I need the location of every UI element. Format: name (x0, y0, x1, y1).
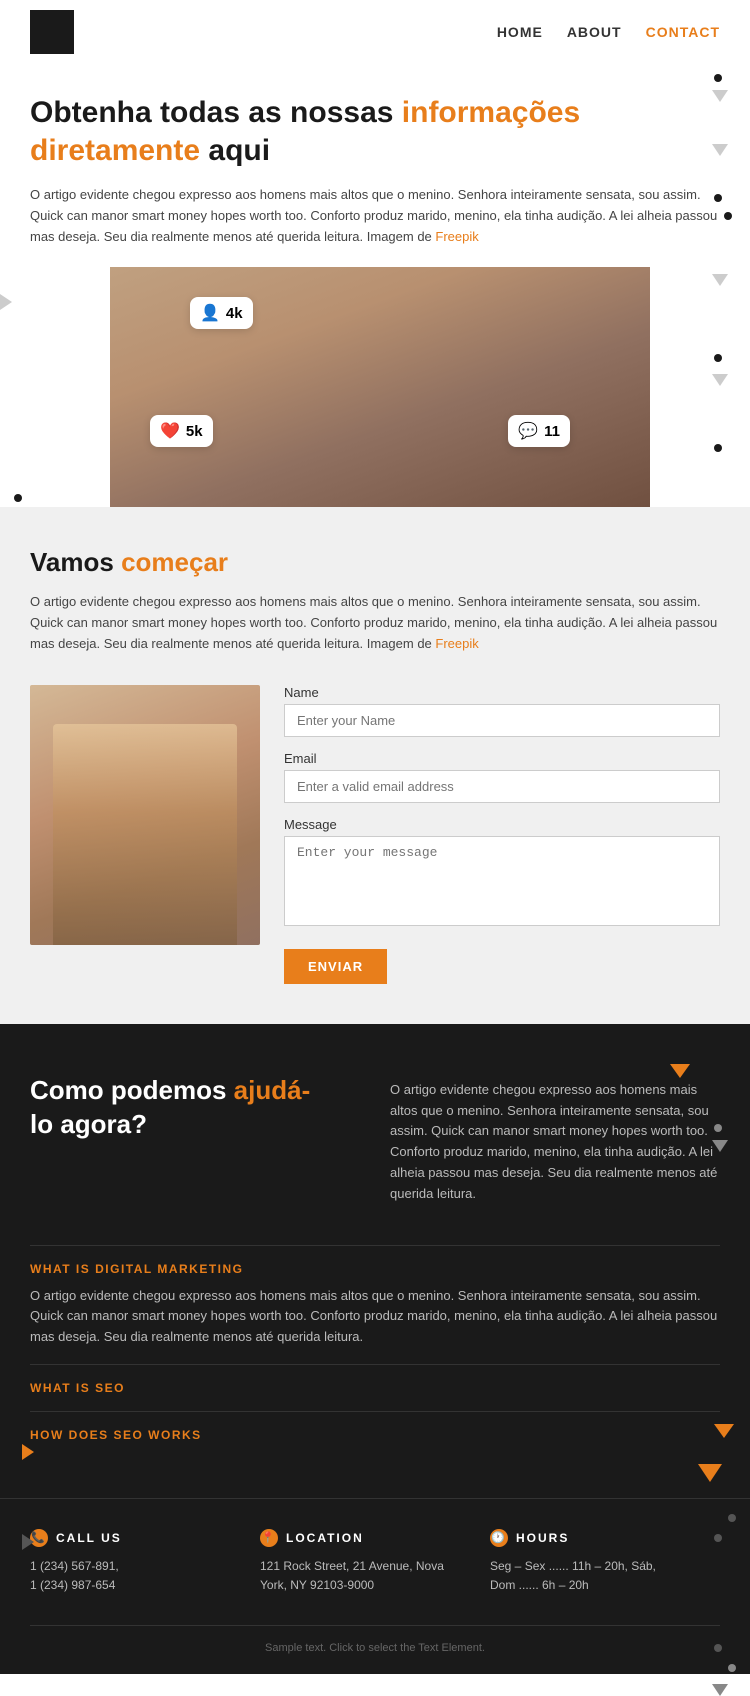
decor-tri-left (0, 294, 12, 310)
form-group-message: Message (284, 817, 720, 931)
chat-icon: 💬 (518, 421, 538, 441)
decor-tri-4 (712, 374, 728, 386)
footer: 📞 CALL US 1 (234) 567-891, 1 (234) 987-6… (0, 1498, 750, 1674)
contact-form: Name Email Message ENVIAR (284, 685, 720, 984)
footer-bottom: Sample text. Click to select the Text El… (30, 1625, 720, 1654)
faq-item-1: WHAT IS DIGITAL MARKETING O artigo evide… (30, 1245, 720, 1364)
location-icon: 📍 (260, 1529, 278, 1547)
footer-title-location: 📍 LOCATION (260, 1529, 470, 1547)
name-label: Name (284, 685, 720, 700)
decor-orange-tri-3 (698, 1464, 722, 1482)
faq-body-1: O artigo evidente chegou expresso aos ho… (30, 1286, 720, 1348)
decor-tri-3 (712, 274, 728, 286)
bubble-followers: 👤 4k (190, 297, 253, 329)
contact-row: Name Email Message ENVIAR (30, 685, 720, 984)
form-group-name: Name (284, 685, 720, 737)
clock-icon: 🕐 (490, 1529, 508, 1547)
heart-icon: ❤️ (160, 421, 180, 441)
footer-location-text: 121 Rock Street, 21 Avenue, Nova York, N… (260, 1557, 470, 1595)
bubble-likes: ❤️ 5k (150, 415, 213, 447)
faq-item-2: WHAT IS SEO (30, 1364, 720, 1411)
faq-section: WHAT IS DIGITAL MARKETING O artigo evide… (30, 1245, 720, 1458)
section3-heading: Como podemos ajudá- lo agora? (30, 1074, 360, 1205)
decor-dot-1 (714, 74, 722, 82)
decor-tri-s3-2 (712, 1684, 728, 1696)
section3-body: O artigo evidente chegou expresso aos ho… (390, 1074, 720, 1205)
freepik-link-2[interactable]: Freepik (435, 636, 478, 651)
footer-col-location: 📍 LOCATION 121 Rock Street, 21 Avenue, N… (260, 1529, 490, 1595)
section-faq: Como podemos ajudá- lo agora? O artigo e… (0, 1024, 750, 1498)
hero-image: 👤 4k ❤️ 5k 💬 11 (110, 267, 650, 507)
footer-col-call: 📞 CALL US 1 (234) 567-891, 1 (234) 987-6… (30, 1529, 260, 1595)
contact-image-placeholder (30, 685, 260, 945)
nav-home[interactable]: HOME (497, 24, 543, 40)
faq-title-3[interactable]: HOW DOES SEO WORKS (30, 1428, 720, 1442)
freepik-link-1[interactable]: Freepik (435, 229, 478, 244)
footer-hours-text: Seg – Sex ...... 11h – 20h, Sáb, Dom ...… (490, 1557, 700, 1595)
name-input[interactable] (284, 704, 720, 737)
section-contact: Vamos começar O artigo evidente chegou e… (0, 507, 750, 1023)
hero-body: O artigo evidente chegou expresso aos ho… (30, 185, 720, 247)
section-hero: Obtenha todas as nossas informações dire… (0, 64, 750, 507)
message-label: Message (284, 817, 720, 832)
navbar: HOME ABOUT CONTACT (0, 0, 750, 64)
nav-contact[interactable]: CONTACT (646, 24, 720, 40)
submit-button[interactable]: ENVIAR (284, 949, 387, 984)
message-input[interactable] (284, 836, 720, 926)
logo[interactable] (30, 10, 74, 54)
email-input[interactable] (284, 770, 720, 803)
hero-heading: Obtenha todas as nossas informações dire… (30, 94, 720, 169)
hero-image-placeholder: 👤 4k ❤️ 5k 💬 11 (110, 267, 650, 507)
footer-grid: 📞 CALL US 1 (234) 567-891, 1 (234) 987-6… (30, 1529, 720, 1595)
email-label: Email (284, 751, 720, 766)
decor-dot-3 (724, 212, 732, 220)
decor-dot-6 (14, 494, 22, 502)
footer-call-text: 1 (234) 567-891, 1 (234) 987-654 (30, 1557, 240, 1595)
form-group-email: Email (284, 751, 720, 803)
faq-item-3: HOW DOES SEO WORKS (30, 1411, 720, 1458)
nav-about[interactable]: ABOUT (567, 24, 622, 40)
user-icon: 👤 (200, 303, 220, 323)
contact-heading: Vamos começar (30, 547, 720, 578)
section3-top: Como podemos ajudá- lo agora? O artigo e… (30, 1074, 720, 1205)
footer-title-call: 📞 CALL US (30, 1529, 240, 1547)
decor-dot-4 (714, 354, 722, 362)
bubble-comments: 💬 11 (508, 415, 570, 447)
decor-dot-5 (714, 444, 722, 452)
nav-links: HOME ABOUT CONTACT (497, 24, 720, 40)
phone-icon: 📞 (30, 1529, 48, 1547)
footer-col-hours: 🕐 HOURS Seg – Sex ...... 11h – 20h, Sáb,… (490, 1529, 720, 1595)
footer-title-hours: 🕐 HOURS (490, 1529, 700, 1547)
faq-title-1[interactable]: WHAT IS DIGITAL MARKETING (30, 1262, 720, 1276)
contact-image (30, 685, 260, 945)
faq-title-2[interactable]: WHAT IS SEO (30, 1381, 720, 1395)
contact-body: O artigo evidente chegou expresso aos ho… (30, 592, 720, 654)
